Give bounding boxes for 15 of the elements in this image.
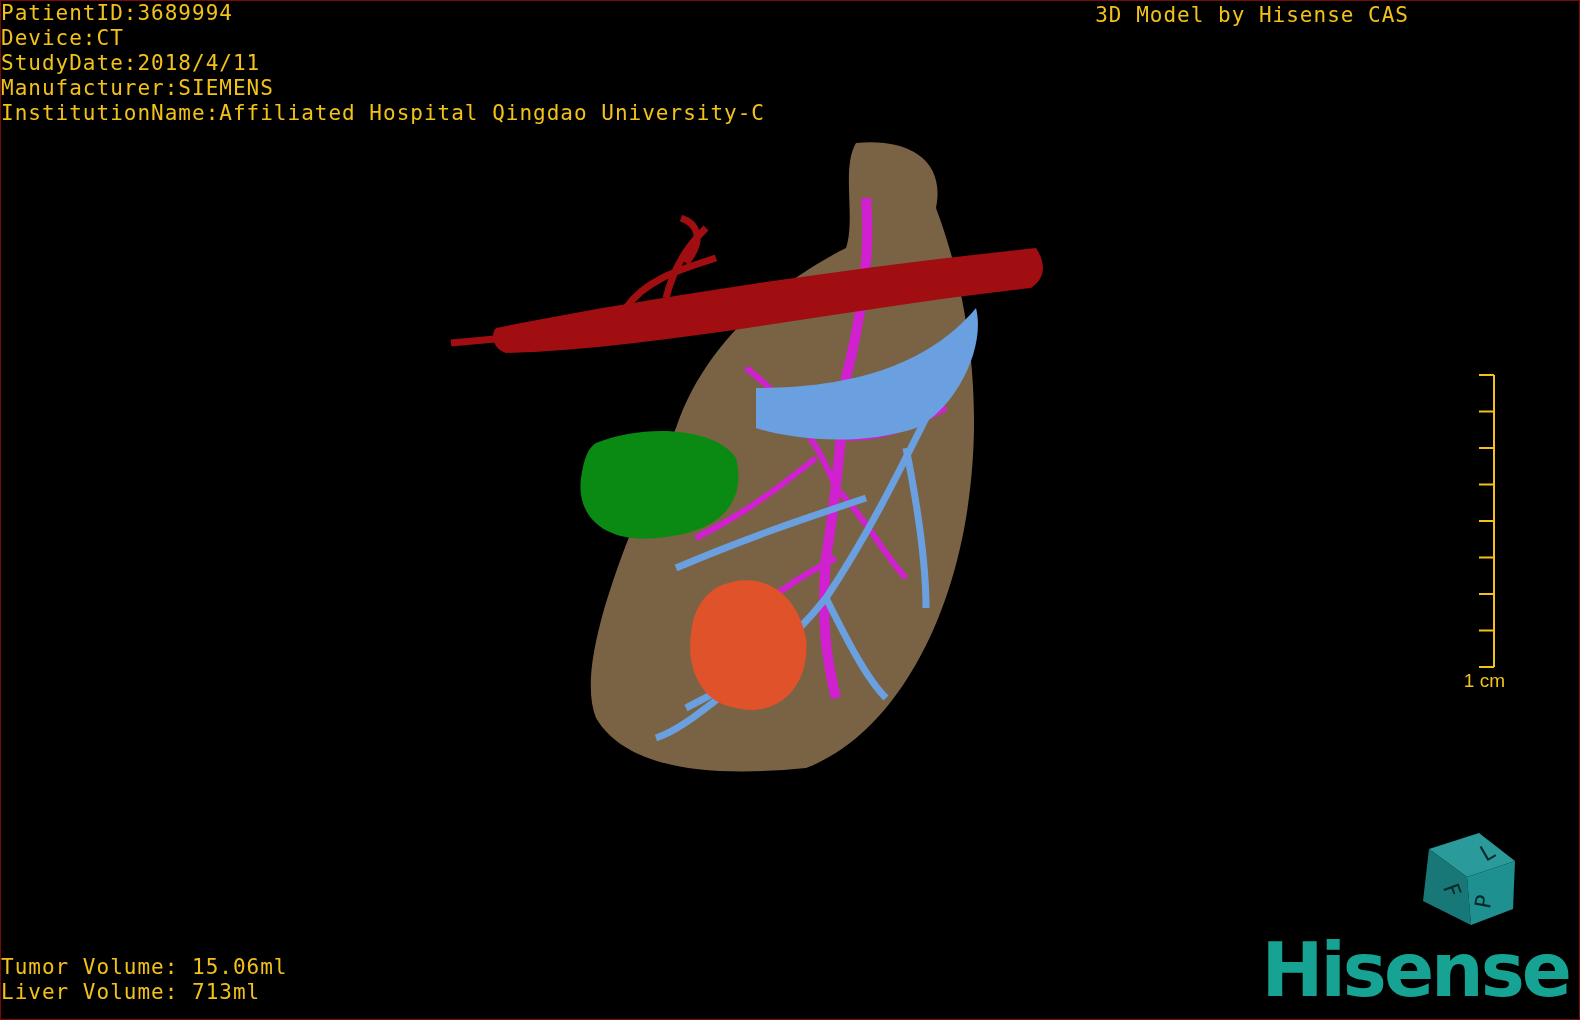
study-info-text: Device:CT	[1, 26, 125, 51]
orientation-cube[interactable]: F L P	[1419, 831, 1519, 927]
study-info-text: PatientID:3689994	[1, 1, 234, 26]
volume-text: Tumor Volume: 15.06ml	[1, 955, 288, 980]
cube-face-label: F	[1438, 880, 1466, 901]
cube-face-label: P	[1470, 893, 1498, 911]
study-info-text: StudyDate:2018/4/11	[1, 51, 262, 76]
volume-text: Liver Volume: 713ml	[1, 980, 262, 1005]
scale-ruler-icon	[1477, 374, 1497, 668]
scale-label: 1 cm	[1463, 670, 1505, 692]
study-info-text: Manufacturer:SIEMENS	[1, 76, 275, 101]
brand-logo: Hisense	[1261, 935, 1569, 1005]
credit-text: 3D Model by Hisense CAS	[1095, 3, 1409, 28]
cube-face-label: L	[1475, 838, 1499, 867]
study-info-text: InstitutionName:Affiliated Hospital Qingdao University-C	[1, 101, 765, 126]
